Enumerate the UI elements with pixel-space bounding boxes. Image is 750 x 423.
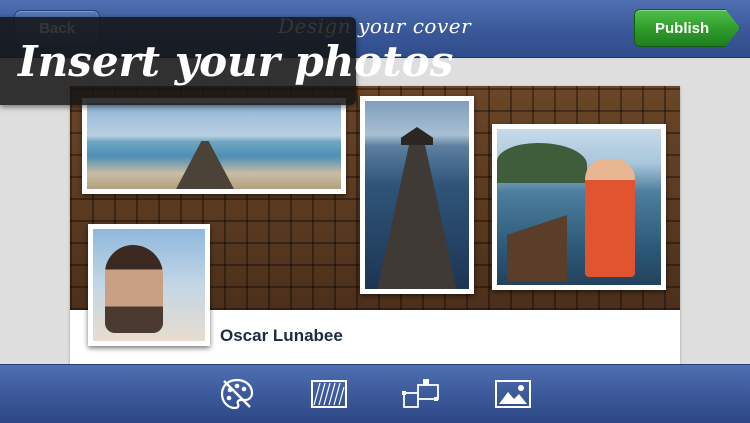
woman-red-dress-image — [497, 129, 661, 285]
pattern-icon[interactable] — [308, 373, 350, 415]
publish-button[interactable]: Publish — [634, 9, 740, 47]
layout-icon[interactable] — [400, 373, 442, 415]
cover-photo-jetty-night[interactable] — [360, 96, 474, 294]
profile-photo-image — [93, 229, 205, 341]
portrait-shape — [105, 245, 163, 333]
cover-photo-jetty-panorama[interactable] — [82, 98, 346, 194]
railing-shape — [507, 215, 567, 281]
cover-photo-woman-red-dress[interactable] — [492, 124, 666, 290]
pier-shape — [377, 145, 457, 289]
hut-shape — [401, 127, 433, 145]
person-shape — [585, 159, 635, 277]
pier-shape — [175, 141, 235, 189]
palette-icon[interactable] — [216, 373, 258, 415]
profile-name: Oscar Lunabee — [220, 326, 343, 345]
jetty-panorama-image — [87, 103, 341, 189]
bottom-toolbar — [0, 364, 750, 423]
profile-photo[interactable] — [88, 224, 210, 346]
image-icon[interactable] — [492, 373, 534, 415]
hill-shape — [497, 143, 587, 183]
insert-photos-banner: Insert your photos — [0, 17, 453, 105]
jetty-night-image — [365, 101, 469, 289]
